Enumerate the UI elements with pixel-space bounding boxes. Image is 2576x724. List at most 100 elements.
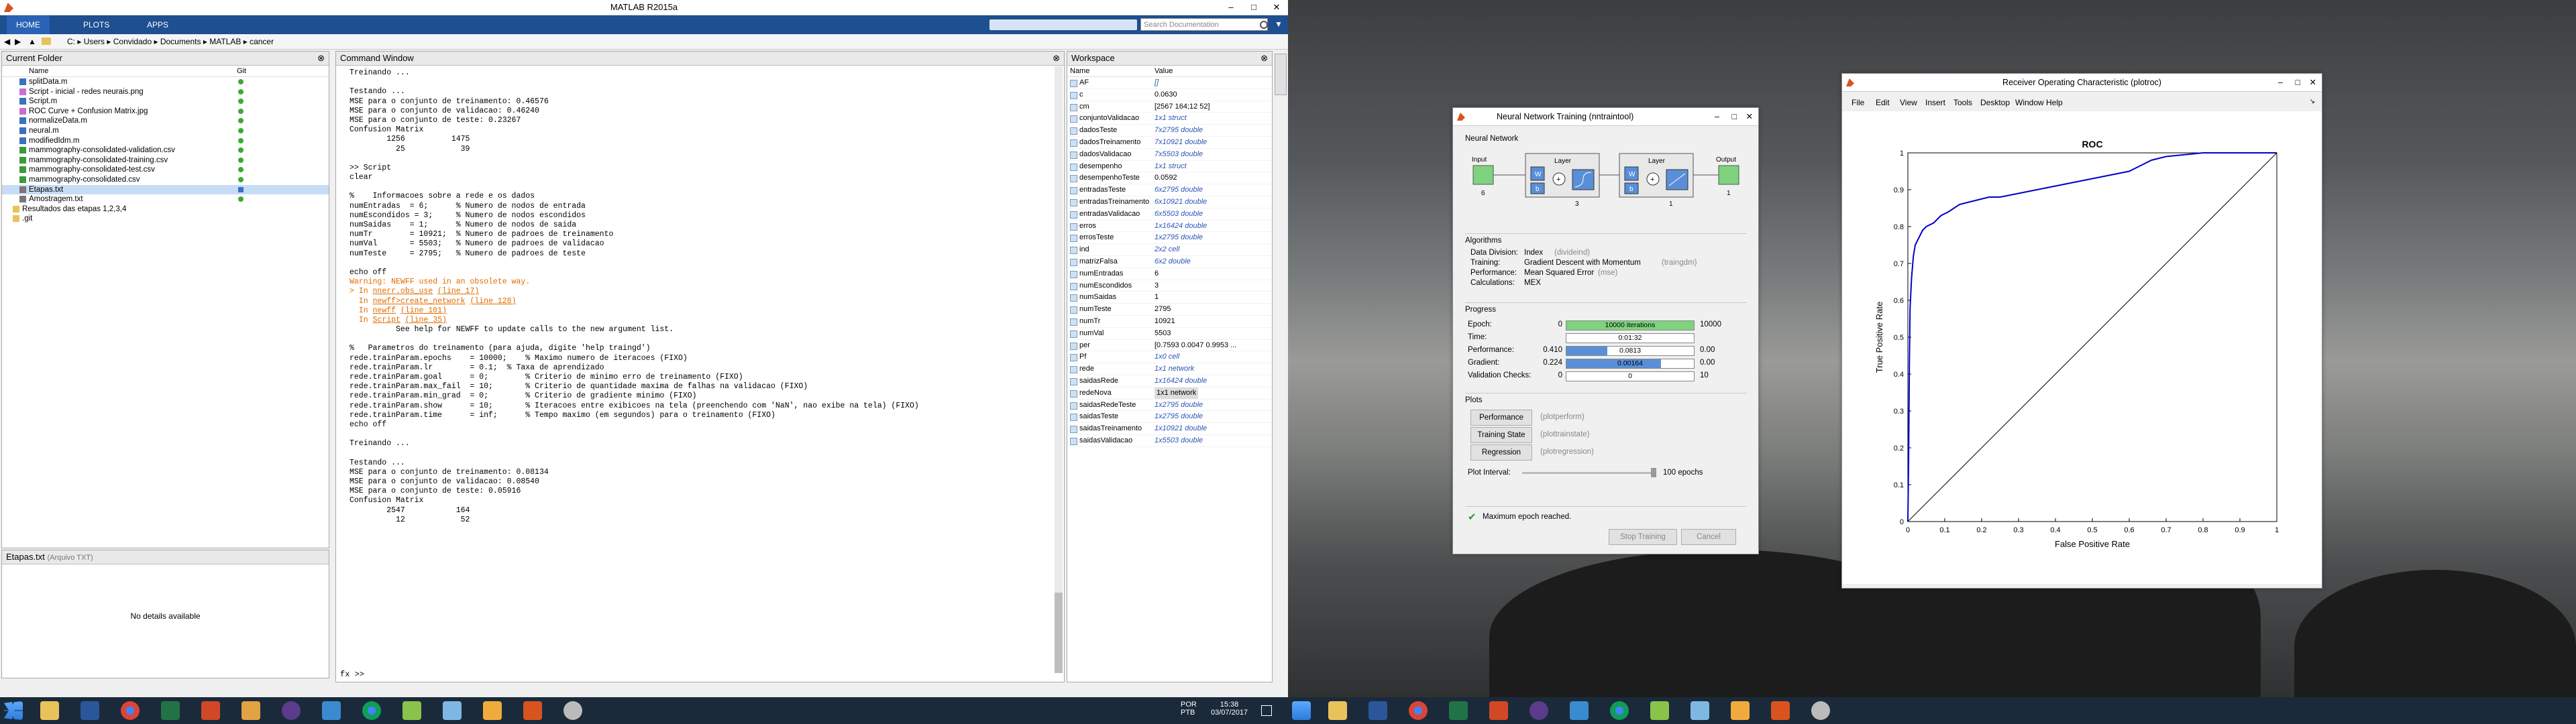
- word-icon[interactable]: [1368, 701, 1387, 720]
- command-scrollbar[interactable]: [1055, 66, 1063, 673]
- workspace-variable-row[interactable]: dadosTeste 7x2795 double: [1067, 125, 1272, 137]
- minimize-button[interactable]: –: [1220, 0, 1242, 15]
- browse-folder-icon[interactable]: [42, 38, 51, 45]
- path-segment[interactable]: Documents: [160, 37, 201, 46]
- workspace-variable-row[interactable]: errosTeste 1x2795 double: [1067, 232, 1272, 245]
- tab-home[interactable]: HOME: [7, 15, 50, 34]
- cancel-button[interactable]: Cancel: [1681, 529, 1736, 545]
- stop-training-button[interactable]: Stop Training: [1609, 529, 1677, 545]
- workspace-variable-row[interactable]: desempenhoTeste 0.0592: [1067, 172, 1272, 185]
- menu-tools[interactable]: Tools: [1953, 98, 1972, 107]
- tab-apps[interactable]: APPS: [138, 15, 178, 34]
- workspace-variable-row[interactable]: saidasRedeTeste 1x2795 double: [1067, 400, 1272, 412]
- workspace-variable-row[interactable]: per [0.7593 0.0047 0.9953 ...: [1067, 340, 1272, 352]
- app-icon[interactable]: [564, 701, 582, 720]
- file-row[interactable]: Etapas.txt: [2, 184, 329, 195]
- back-icon[interactable]: ◀: [4, 34, 10, 49]
- panel-close-icon[interactable]: ⊗: [1053, 52, 1060, 65]
- start-button[interactable]: [4, 701, 23, 720]
- workspace-variable-row[interactable]: numTeste 2795: [1067, 304, 1272, 316]
- scrollbar-thumb[interactable]: [1055, 593, 1063, 673]
- powerpoint-icon[interactable]: [1489, 701, 1508, 720]
- performance-plot-button[interactable]: Performance: [1470, 410, 1532, 426]
- search-icon[interactable]: [1260, 21, 1268, 29]
- plot-interval-slider[interactable]: [1522, 468, 1656, 477]
- line-number-link[interactable]: (line 35): [405, 316, 447, 324]
- tab-plots[interactable]: PLOTS: [74, 15, 119, 34]
- panel-close-icon[interactable]: ⊗: [317, 52, 325, 65]
- name-column-header[interactable]: Name: [29, 66, 48, 76]
- notepad-icon[interactable]: [1690, 701, 1709, 720]
- file-row[interactable]: mammography-consolidated.csv: [2, 175, 329, 185]
- close-button[interactable]: ✕: [1746, 108, 1753, 125]
- menu-help[interactable]: Help: [2046, 98, 2063, 107]
- file-explorer-icon[interactable]: [40, 701, 59, 720]
- name-column-header[interactable]: Name: [1070, 66, 1089, 76]
- file-row[interactable]: Script - inicial - redes neurais.png: [2, 87, 329, 97]
- stack-trace-link[interactable]: nnerr.obs_use: [373, 287, 433, 296]
- file-row[interactable]: splitData.m: [2, 77, 329, 87]
- menu-view[interactable]: View: [1900, 98, 1917, 107]
- app-icon[interactable]: [1731, 701, 1750, 720]
- workspace-variable-row[interactable]: desempenho 1x1 struct: [1067, 161, 1272, 173]
- workspace-variable-row[interactable]: entradasTreinamento 6x10921 double: [1067, 196, 1272, 208]
- workspace-variable-row[interactable]: ind 2x2 cell: [1067, 244, 1272, 256]
- workspace-variable-row[interactable]: saidasRede 1x16424 double: [1067, 375, 1272, 387]
- close-button[interactable]: ✕: [2310, 74, 2316, 91]
- notepad-icon[interactable]: [443, 701, 462, 720]
- close-button[interactable]: ✕: [1265, 0, 1288, 15]
- training-state-plot-button[interactable]: Training State: [1470, 427, 1532, 443]
- matlab-taskbar-icon[interactable]: [1771, 701, 1790, 720]
- maximize-button[interactable]: □: [1731, 108, 1737, 125]
- stack-trace-link[interactable]: newff>create_network: [373, 297, 466, 306]
- command-prompt[interactable]: fx >>: [340, 670, 364, 679]
- workspace-variable-row[interactable]: saidasTreinamento 1x10921 double: [1067, 423, 1272, 435]
- workspace-variable-row[interactable]: redeNova 1x1 network: [1067, 387, 1272, 400]
- file-explorer-icon[interactable]: [1328, 701, 1347, 720]
- app-icon[interactable]: [322, 701, 341, 720]
- menu-file[interactable]: File: [1851, 98, 1864, 107]
- workspace-variable-row[interactable]: dadosTreinamento 7x10921 double: [1067, 137, 1272, 149]
- excel-icon[interactable]: [1449, 701, 1468, 720]
- file-row[interactable]: neural.m: [2, 126, 329, 136]
- path-segment[interactable]: C:: [67, 37, 75, 46]
- path-segment[interactable]: cancer: [250, 37, 274, 46]
- notification-icon[interactable]: [1261, 705, 1272, 716]
- workspace-variable-row[interactable]: numEscondidos 3: [1067, 280, 1272, 292]
- chrome-icon[interactable]: [1610, 701, 1629, 720]
- panel-close-icon[interactable]: ⊗: [1260, 52, 1268, 65]
- app-icon[interactable]: [241, 701, 260, 720]
- stack-trace-link[interactable]: newff: [373, 306, 396, 315]
- workspace-variable-row[interactable]: saidasValidacao 1x5503 double: [1067, 435, 1272, 447]
- chrome-icon[interactable]: [362, 701, 381, 720]
- value-column-header[interactable]: Value: [1155, 66, 1173, 76]
- app-icon[interactable]: [1529, 701, 1548, 720]
- menu-edit[interactable]: Edit: [1876, 98, 1890, 107]
- file-row[interactable]: mammography-consolidated-test.csv: [2, 165, 329, 175]
- workspace-variable-row[interactable]: conjuntoValidacao 1x1 struct: [1067, 113, 1272, 125]
- workspace-variable-row[interactable]: matrizFalsa 6x2 double: [1067, 256, 1272, 268]
- app-icon[interactable]: [402, 701, 421, 720]
- workspace-variable-row[interactable]: saidasTeste 1x2795 double: [1067, 411, 1272, 424]
- file-row[interactable]: .git: [2, 214, 329, 224]
- app-icon[interactable]: [1650, 701, 1669, 720]
- menu-desktop[interactable]: Desktop: [1980, 98, 2010, 107]
- app-icon[interactable]: [1811, 701, 1830, 720]
- excel-icon[interactable]: [161, 701, 180, 720]
- workspace-variable-row[interactable]: AF []: [1067, 77, 1272, 89]
- maximize-button[interactable]: □: [2295, 74, 2300, 91]
- app-icon[interactable]: [282, 701, 301, 720]
- chrome-icon[interactable]: [121, 701, 140, 720]
- maximize-button[interactable]: □: [1242, 0, 1265, 15]
- matlab-taskbar-icon[interactable]: [523, 701, 542, 720]
- minimize-button[interactable]: –: [2278, 74, 2283, 91]
- workspace-variable-row[interactable]: numSaidas 1: [1067, 292, 1272, 304]
- file-row[interactable]: normalizeData.m: [2, 116, 329, 126]
- workspace-variable-row[interactable]: cm [2567 164;12 52]: [1067, 101, 1272, 113]
- workspace-variable-row[interactable]: numTr 10921: [1067, 316, 1272, 328]
- app-icon[interactable]: [1570, 701, 1589, 720]
- start-button[interactable]: [1292, 701, 1311, 720]
- clock[interactable]: 15:38 03/07/2017: [1211, 701, 1248, 717]
- workspace-variable-row[interactable]: Pf 1x0 cell: [1067, 351, 1272, 364]
- file-row[interactable]: mammography-consolidated-validation.csv: [2, 145, 329, 156]
